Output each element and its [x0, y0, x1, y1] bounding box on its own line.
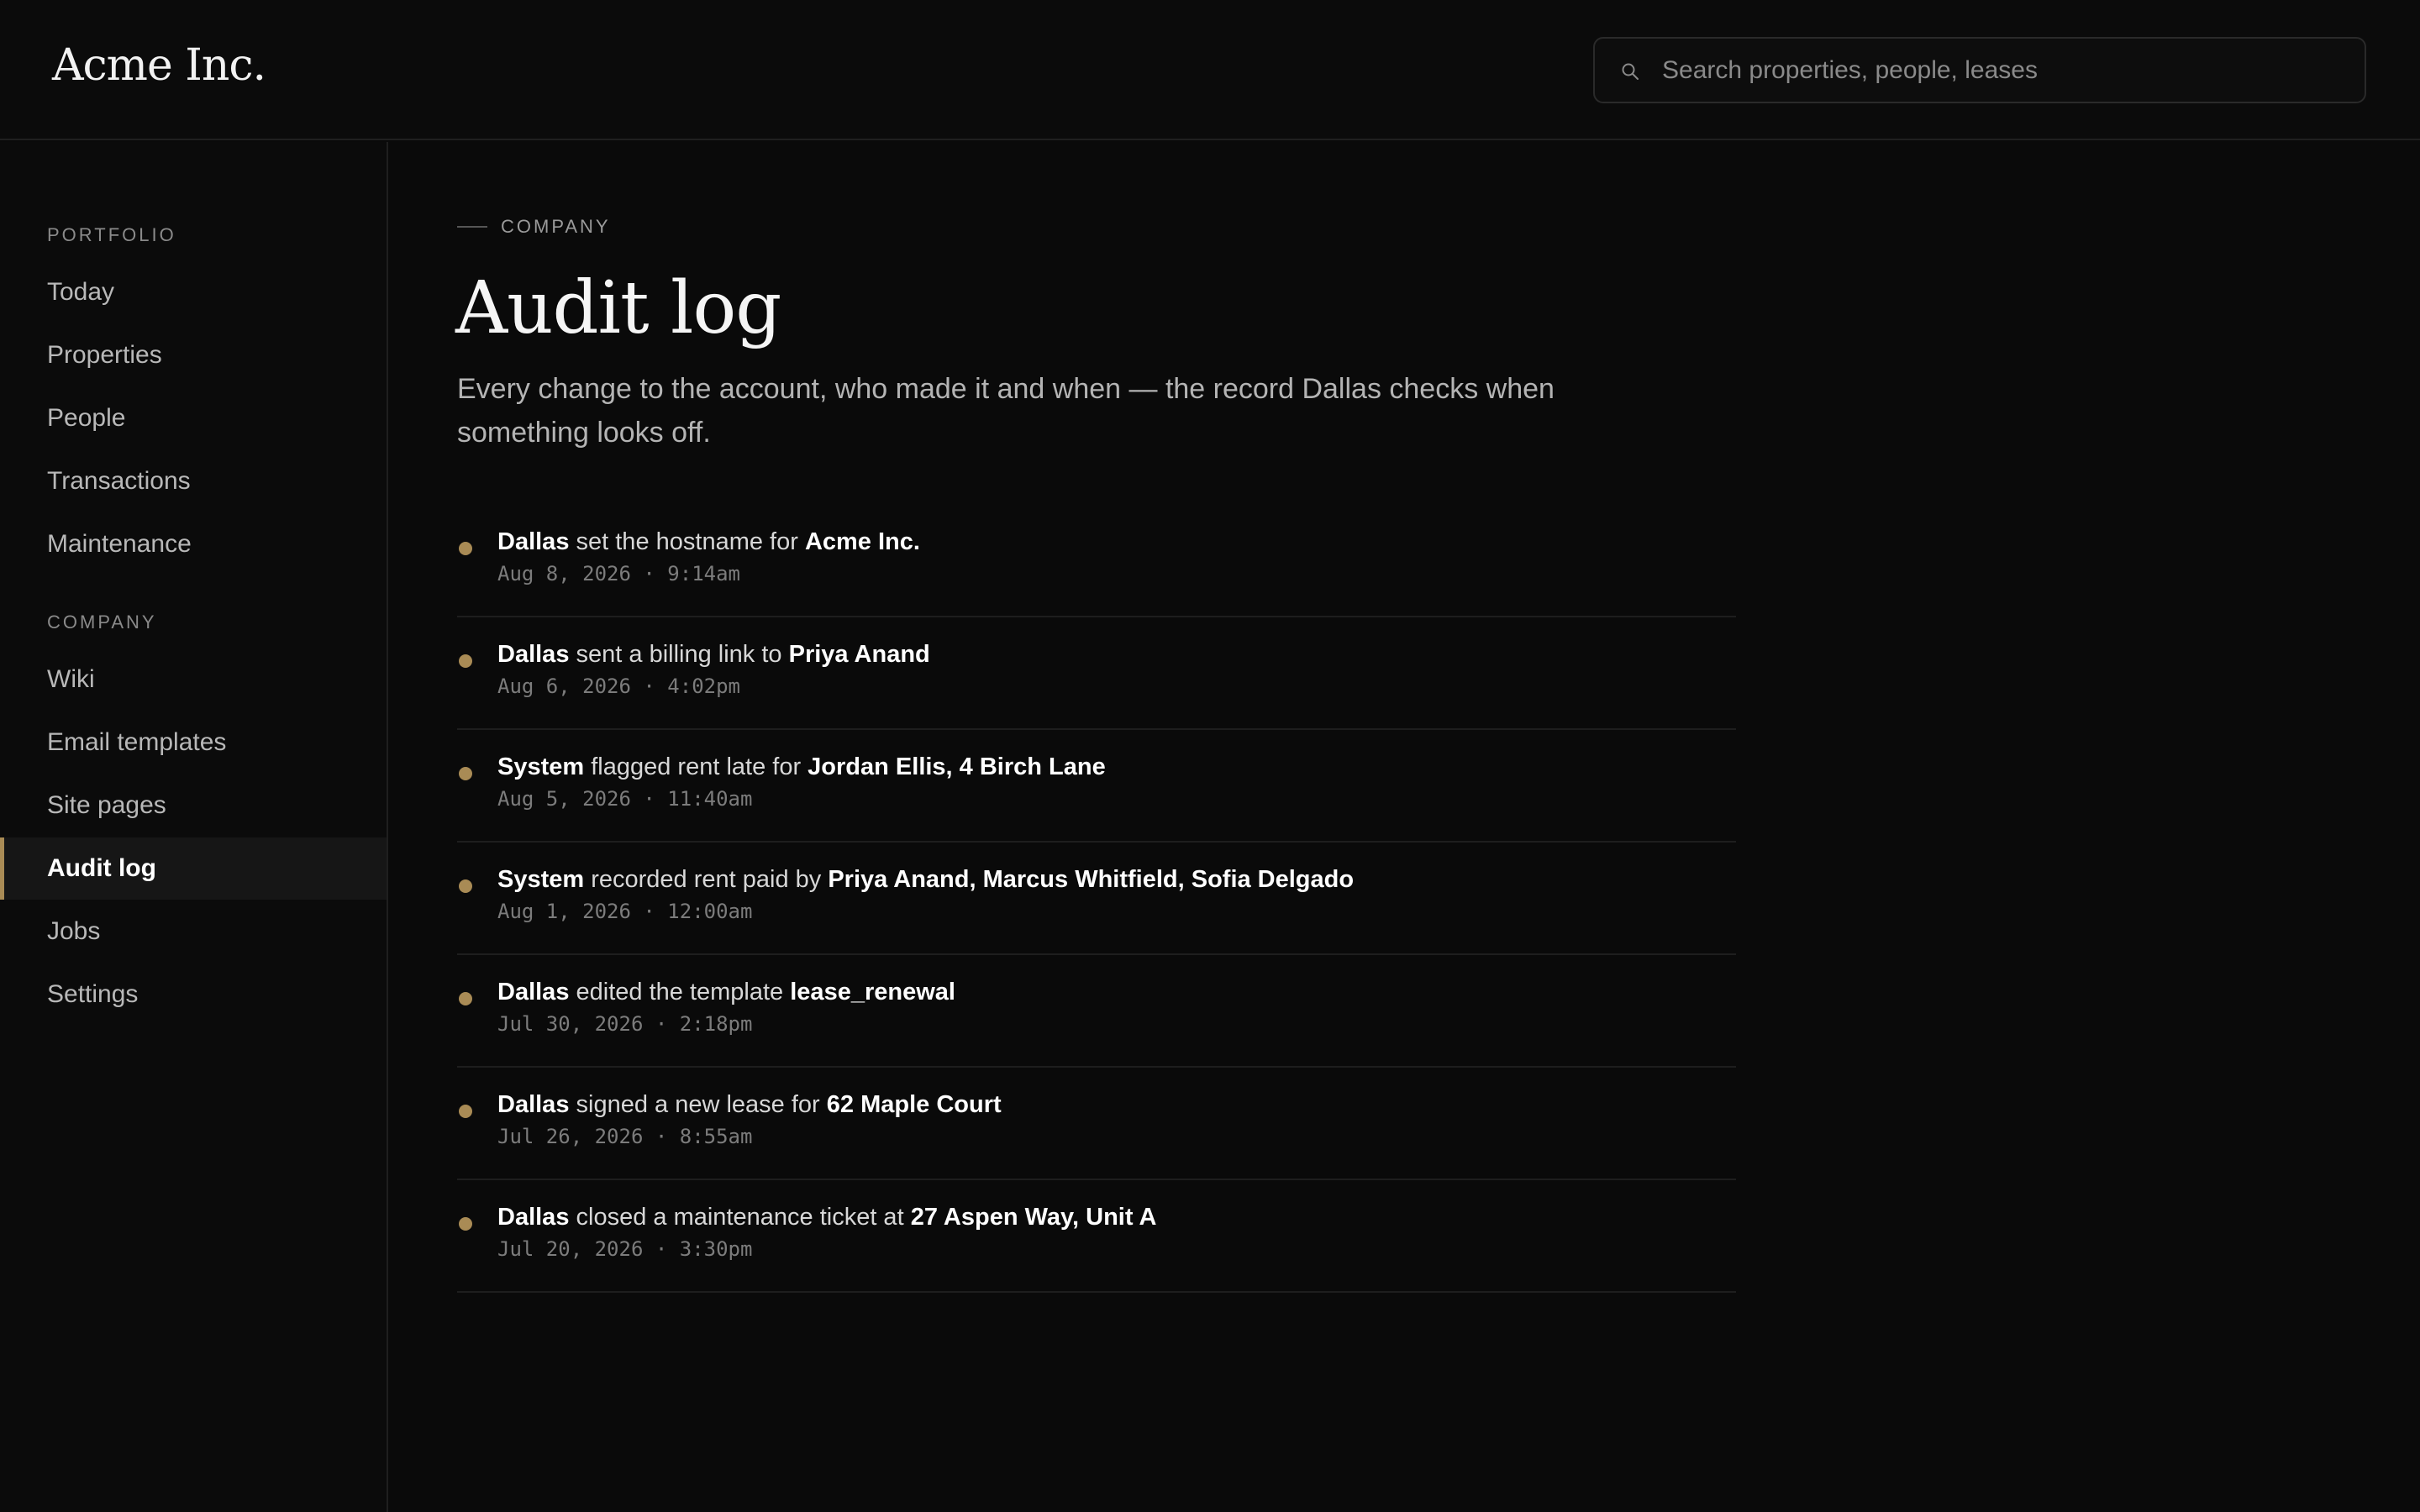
audit-target: lease_renewal	[790, 979, 955, 1005]
search-icon	[1622, 63, 1639, 80]
audit-target: Jordan Ellis, 4 Birch Lane	[808, 753, 1106, 780]
sidebar: PORTFOLIO Today Properties People Transa…	[0, 142, 388, 1512]
top-bar: Acme Inc.	[0, 0, 2420, 140]
main-content: COMPANY Audit log Every change to the ac…	[390, 142, 2420, 1512]
status-dot	[459, 879, 472, 893]
audit-action: sent a billing link to	[569, 641, 789, 668]
search-box[interactable]	[1593, 37, 2366, 103]
audit-target: 62 Maple Court	[826, 1091, 1002, 1118]
audit-timestamp: Aug 8, 2026 · 9:14am	[497, 562, 740, 585]
sidebar-item-site-pages[interactable]: Site pages	[0, 774, 387, 837]
audit-actor: System	[497, 753, 585, 780]
audit-target: Priya Anand	[788, 641, 930, 668]
audit-entry: Dallas set the hostname for Acme Inc. Au…	[457, 505, 1736, 617]
sidebar-item-people[interactable]: People	[0, 387, 387, 449]
page-description: Every change to the account, who made it…	[457, 373, 1555, 449]
status-dot	[459, 542, 472, 555]
audit-entry-text: System flagged rent late for Jordan Elli…	[497, 753, 1106, 781]
audit-timestamp: Jul 20, 2026 · 3:30pm	[497, 1237, 753, 1261]
audit-entry-text: Dallas closed a maintenance ticket at 27…	[497, 1204, 1156, 1231]
audit-entry: Dallas signed a new lease for 62 Maple C…	[457, 1068, 1736, 1180]
sidebar-item-jobs[interactable]: Jobs	[0, 900, 387, 963]
audit-actor: Dallas	[497, 1204, 570, 1231]
status-dot	[459, 1105, 472, 1118]
audit-entry: System flagged rent late for Jordan Elli…	[457, 730, 1736, 843]
sidebar-item-maintenance[interactable]: Maintenance	[0, 513, 387, 575]
status-dot	[459, 654, 472, 668]
audit-timestamp: Aug 1, 2026 · 12:00am	[497, 900, 753, 923]
breadcrumb: COMPANY	[457, 216, 611, 238]
sidebar-item-audit-log[interactable]: Audit log	[0, 837, 387, 900]
audit-timestamp: Aug 6, 2026 · 4:02pm	[497, 675, 740, 698]
page-title: Audit log	[455, 266, 781, 350]
audit-entry-text: Dallas sent a billing link to Priya Anan…	[497, 641, 930, 669]
sidebar-item-today[interactable]: Today	[0, 261, 387, 323]
status-dot	[459, 1217, 472, 1231]
sidebar-item-wiki[interactable]: Wiki	[0, 648, 387, 711]
audit-target: Acme Inc.	[804, 528, 920, 555]
status-dot	[459, 767, 472, 780]
audit-actor: System	[497, 866, 585, 893]
audit-actor: Dallas	[497, 641, 570, 668]
sidebar-section-portfolio: PORTFOLIO	[47, 224, 176, 245]
audit-actor: Dallas	[497, 528, 570, 555]
audit-actor: Dallas	[497, 979, 570, 1005]
sidebar-item-email-templates[interactable]: Email templates	[0, 711, 387, 774]
audit-entry-text: System recorded rent paid by Priya Anand…	[497, 866, 1354, 894]
audit-entry: Dallas sent a billing link to Priya Anan…	[457, 617, 1736, 730]
brand-logo[interactable]: Acme Inc.	[52, 40, 266, 91]
status-dot	[459, 992, 472, 1005]
eyebrow-rule	[457, 226, 487, 228]
sidebar-section-company: COMPANY	[47, 612, 157, 633]
sidebar-item-properties[interactable]: Properties	[0, 324, 387, 386]
audit-timestamp: Jul 26, 2026 · 8:55am	[497, 1125, 753, 1148]
eyebrow-label: COMPANY	[501, 216, 611, 237]
sidebar-item-settings[interactable]: Settings	[0, 963, 387, 1026]
audit-action: set the hostname for	[569, 528, 805, 555]
audit-target: 27 Aspen Way, Unit A	[910, 1204, 1157, 1231]
audit-target: Priya Anand, Marcus Whitfield, Sofia Del…	[828, 866, 1355, 893]
audit-action: recorded rent paid by	[584, 866, 829, 893]
audit-action: signed a new lease for	[569, 1091, 827, 1118]
audit-action: edited the template	[569, 979, 791, 1005]
audit-actor: Dallas	[497, 1091, 570, 1118]
audit-entry: Dallas edited the template lease_renewal…	[457, 955, 1736, 1068]
audit-timestamp: Jul 30, 2026 · 2:18pm	[497, 1012, 753, 1036]
audit-timestamp: Aug 5, 2026 · 11:40am	[497, 787, 753, 811]
search-input[interactable]	[1662, 39, 2351, 102]
audit-entry: System recorded rent paid by Priya Anand…	[457, 843, 1736, 955]
audit-log-list: Dallas set the hostname for Acme Inc. Au…	[457, 505, 1736, 1293]
audit-action: closed a maintenance ticket at	[569, 1204, 911, 1231]
sidebar-item-transactions[interactable]: Transactions	[0, 450, 387, 512]
audit-entry: Dallas closed a maintenance ticket at 27…	[457, 1180, 1736, 1293]
audit-entry-text: Dallas signed a new lease for 62 Maple C…	[497, 1091, 1002, 1119]
audit-entry-text: Dallas edited the template lease_renewal	[497, 979, 955, 1006]
audit-entry-text: Dallas set the hostname for Acme Inc.	[497, 528, 920, 556]
audit-action: flagged rent late for	[584, 753, 808, 780]
